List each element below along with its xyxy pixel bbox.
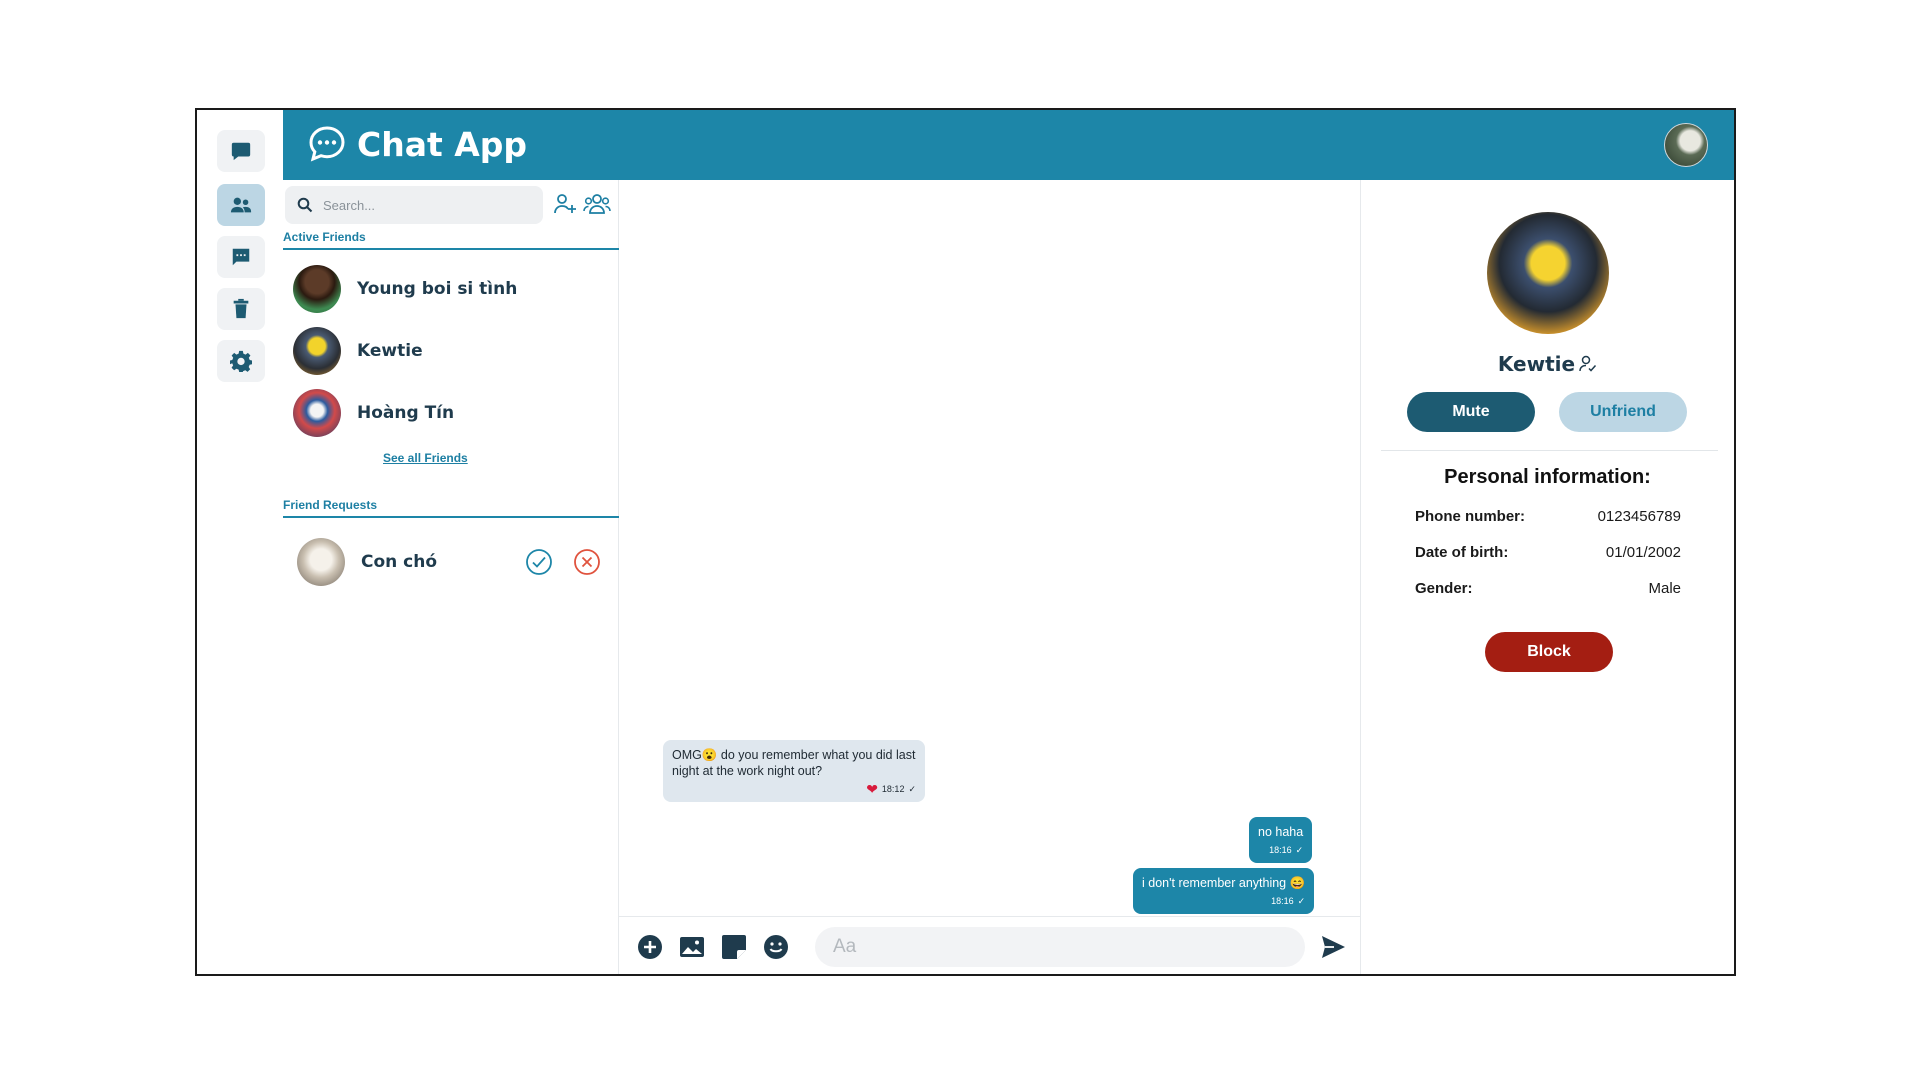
- friend-name: Con chó: [361, 552, 438, 572]
- read-check-icon: ✓: [1295, 845, 1304, 855]
- profile-avatar: [1487, 212, 1609, 334]
- message-bubble-outgoing[interactable]: i don't remember anything 😄 18:16 ✓: [1133, 868, 1315, 914]
- rail-settings-button[interactable]: [217, 340, 265, 382]
- friend-item[interactable]: Kewtie: [293, 327, 423, 375]
- rail-messages-button[interactable]: [217, 236, 265, 278]
- message-composer: [619, 916, 1360, 974]
- read-check-icon: ✓: [1297, 896, 1306, 906]
- friend-name: Kewtie: [357, 341, 423, 361]
- emoji-icon[interactable]: [763, 934, 789, 960]
- chat-logo-icon: [309, 126, 345, 162]
- rail-friends-button[interactable]: [217, 184, 265, 226]
- phone-value: 0123456789: [1597, 508, 1681, 525]
- avatar: [293, 389, 341, 437]
- friend-name: Hoàng Tín: [357, 403, 455, 423]
- divider: [1381, 450, 1718, 451]
- message-text: OMG😮 do you remember what you did last n…: [672, 748, 916, 778]
- rail-chat-button[interactable]: [217, 130, 265, 172]
- friend-check-icon: [1579, 355, 1597, 372]
- add-group-icon[interactable]: [583, 192, 611, 216]
- users-icon: [230, 197, 252, 213]
- send-icon[interactable]: [1319, 933, 1347, 961]
- block-button[interactable]: Block: [1485, 632, 1613, 672]
- gender-value: Male: [1648, 580, 1681, 597]
- active-friends-title: Active Friends: [283, 230, 619, 250]
- friend-request-item: Con chó: [297, 538, 437, 586]
- brand: Chat App: [307, 124, 527, 164]
- message-meta: ❤ 18:12 ✓: [672, 781, 916, 797]
- message-time: 18:12: [881, 784, 905, 794]
- message-time: 18:16: [1271, 896, 1294, 906]
- chat-bubble-icon: [231, 142, 251, 161]
- message-text: no haha: [1258, 825, 1304, 839]
- profile-panel: Kewtie Mute Unfriend Personal informatio…: [1361, 180, 1734, 974]
- message-input[interactable]: [815, 927, 1305, 967]
- message-bubble-outgoing[interactable]: no haha 18:16 ✓: [1249, 817, 1313, 863]
- decline-request-icon[interactable]: [573, 548, 601, 576]
- rail-trash-button[interactable]: [217, 288, 265, 330]
- friend-requests-title: Friend Requests: [283, 498, 619, 518]
- app-header: Chat App: [283, 110, 1734, 180]
- gear-icon: [230, 350, 252, 372]
- friends-panel: Active Friends Young boi si tình Kewtie …: [283, 180, 619, 974]
- gender-label: Gender:: [1415, 580, 1473, 597]
- phone-row: Phone number: 0123456789: [1415, 508, 1681, 525]
- dob-row: Date of birth: 01/01/2002: [1415, 544, 1681, 561]
- phone-label: Phone number:: [1415, 508, 1526, 525]
- app-title: Chat App: [357, 124, 528, 164]
- personal-info-title: Personal information:: [1444, 466, 1651, 488]
- unfriend-button[interactable]: Unfriend: [1559, 392, 1687, 432]
- message-text: i don't remember anything 😄: [1142, 876, 1306, 890]
- avatar: [293, 265, 341, 313]
- current-user-avatar[interactable]: [1664, 123, 1708, 167]
- add-friend-icon[interactable]: [553, 192, 577, 216]
- profile-name: Kewtie: [1497, 352, 1576, 376]
- app-window: Chat App Active Friends Young boi si tìn…: [195, 108, 1736, 976]
- gender-row: Gender: Male: [1415, 580, 1681, 597]
- icon-rail: [197, 110, 283, 974]
- read-check-icon: ✓: [908, 784, 916, 794]
- message-meta: 18:16 ✓: [1142, 893, 1305, 909]
- accept-request-icon[interactable]: [525, 548, 553, 576]
- avatar: [293, 327, 341, 375]
- message-square-icon: [232, 248, 250, 266]
- message-meta: 18:16 ✓: [1258, 842, 1303, 858]
- sticker-icon[interactable]: [721, 934, 747, 960]
- chat-area: OMG😮 do you remember what you did last n…: [619, 180, 1361, 974]
- trash-icon: [233, 298, 249, 319]
- search-input[interactable]: [323, 197, 523, 213]
- image-icon[interactable]: [679, 934, 705, 960]
- message-time: 18:16: [1269, 845, 1292, 855]
- friend-name: Young boi si tình: [357, 279, 518, 299]
- profile-name-row: Kewtie: [1361, 352, 1734, 376]
- dob-label: Date of birth:: [1415, 544, 1509, 561]
- search-icon: [297, 197, 313, 213]
- see-all-friends-link[interactable]: See all Friends: [383, 451, 468, 465]
- mute-button[interactable]: Mute: [1407, 392, 1535, 432]
- friend-item[interactable]: Young boi si tình: [293, 265, 517, 313]
- search-box: [285, 186, 543, 224]
- heart-reaction-icon: ❤: [866, 781, 878, 797]
- dob-value: 01/01/2002: [1605, 544, 1681, 561]
- friend-item[interactable]: Hoàng Tín: [293, 389, 454, 437]
- avatar: [297, 538, 345, 586]
- message-bubble-incoming[interactable]: OMG😮 do you remember what you did last n…: [663, 740, 925, 802]
- plus-circle-icon[interactable]: [637, 934, 663, 960]
